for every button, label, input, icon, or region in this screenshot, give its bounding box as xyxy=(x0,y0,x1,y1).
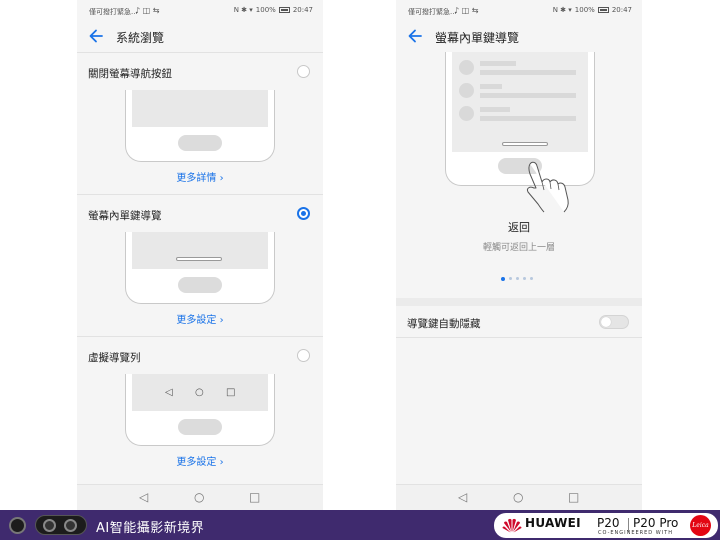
nav-line xyxy=(502,142,548,146)
back-arrow-icon[interactable] xyxy=(406,27,424,45)
page-dot xyxy=(530,277,533,280)
page-dot xyxy=(501,276,505,281)
page-title: 系統瀏覽 xyxy=(116,31,165,45)
app-bar: 螢幕內單鍵導覽 xyxy=(396,24,642,52)
divider xyxy=(77,194,323,195)
divider xyxy=(396,337,642,338)
battery-icon xyxy=(278,7,290,13)
preview-disable-nav-buttons xyxy=(125,90,275,162)
home-pill xyxy=(178,135,222,151)
nav-recents-icon[interactable]: □ xyxy=(249,490,260,504)
battery-icon xyxy=(597,7,609,13)
page-dot xyxy=(516,277,519,280)
dual-camera-icon xyxy=(35,515,87,535)
clock: 20:47 xyxy=(611,6,632,14)
clock: 20:47 xyxy=(292,6,313,14)
carrier-text: 僅可撥打緊急... xyxy=(408,8,457,16)
auto-hide-label: 導覽鍵自動隱藏 xyxy=(407,318,481,330)
slogan: AI智能攝影新境界 xyxy=(96,521,205,536)
co-engineered-text: CO-ENGINEERED WITH xyxy=(598,530,673,536)
battery-percent: 100% xyxy=(574,6,595,14)
carrier-text: 僅可撥打緊急... xyxy=(89,8,138,16)
page-dot xyxy=(509,277,512,280)
page-dot xyxy=(523,277,526,280)
model-p20-pro: P20 Pro xyxy=(633,516,679,530)
preview-virtual-nav-bar: ◁ ○ □ xyxy=(125,374,275,446)
radio-single-key-nav[interactable] xyxy=(297,207,310,220)
more-details-link[interactable]: 更多詳情 › xyxy=(77,169,323,184)
page-title: 螢幕內單鍵導覽 xyxy=(435,31,520,45)
system-nav-bar: ◁ ○ □ xyxy=(396,484,642,510)
status-bar: 僅可撥打緊急... ♪ ◫ ⇆ N ✱ ▾ 100% 20:47 xyxy=(396,0,642,22)
more-settings-link-single-key[interactable]: 更多設定 › xyxy=(77,311,323,326)
model-p20: P20 xyxy=(597,516,620,530)
battery-percent: 100% xyxy=(255,6,276,14)
system-nav-bar: ◁ ○ □ xyxy=(77,484,323,510)
gesture-subtitle: 輕觸可返回上一層 xyxy=(482,243,555,253)
home-pill xyxy=(178,419,222,435)
tapping-hand-icon xyxy=(527,161,569,213)
nav-line xyxy=(176,257,222,261)
huawei-logo-icon xyxy=(502,518,522,533)
nav-back-icon[interactable]: ◁ xyxy=(139,490,148,504)
page-indicator xyxy=(501,276,533,281)
signal-icons: N ✱ ▾ xyxy=(233,6,253,14)
signal-icons: N ✱ ▾ xyxy=(552,6,572,14)
nav-home-icon[interactable]: ○ xyxy=(513,490,523,504)
option-label-disable-nav-buttons[interactable]: 關閉螢幕導航按鈕 xyxy=(88,66,172,81)
home-pill xyxy=(178,277,222,293)
status-icons: ♪ ◫ ⇆ xyxy=(454,6,479,15)
status-icons: ♪ ◫ ⇆ xyxy=(135,6,160,15)
section-separator xyxy=(396,298,642,306)
mini-home-icon: ○ xyxy=(195,387,204,398)
brand-badge: HUAWEI P20 P20 Pro CO-ENGINEERED WITH Le… xyxy=(494,513,718,538)
mini-recents-icon: □ xyxy=(226,387,236,398)
camera-lens-icon xyxy=(9,517,26,534)
nav-home-icon[interactable]: ○ xyxy=(194,490,204,504)
slide: 僅可撥打緊急... ♪ ◫ ⇆ N ✱ ▾ 100% 20:47 系統瀏覽 關閉… xyxy=(0,0,720,540)
option-label-virtual-nav-bar[interactable]: 虛擬導覽列 xyxy=(88,350,141,365)
auto-hide-toggle[interactable] xyxy=(599,315,629,329)
leica-logo: Leica xyxy=(690,515,711,536)
brand-name: HUAWEI xyxy=(525,516,581,530)
more-settings-link-virtual-bar[interactable]: 更多設定 › xyxy=(77,453,323,468)
nav-back-icon[interactable]: ◁ xyxy=(458,490,467,504)
option-label-single-key-nav[interactable]: 螢幕內單鍵導覽 xyxy=(88,208,162,223)
back-arrow-icon[interactable] xyxy=(87,27,105,45)
phone-screen-single-key-nav: 僅可撥打緊急... ♪ ◫ ⇆ N ✱ ▾ 100% 20:47 螢幕內單鍵導覽 xyxy=(396,0,642,510)
radio-disable-nav-buttons[interactable] xyxy=(297,65,310,78)
status-bar: 僅可撥打緊急... ♪ ◫ ⇆ N ✱ ▾ 100% 20:47 xyxy=(77,0,323,22)
phone-screen-system-navigation: 僅可撥打緊急... ♪ ◫ ⇆ N ✱ ▾ 100% 20:47 系統瀏覽 關閉… xyxy=(77,0,323,510)
divider xyxy=(77,336,323,337)
mini-back-icon: ◁ xyxy=(165,387,173,398)
footer-banner: AI智能攝影新境界 HUAWEI P20 P20 Pro CO-ENGINEER… xyxy=(0,510,720,540)
preview-single-key-nav xyxy=(125,232,275,304)
divider xyxy=(77,52,323,53)
radio-virtual-nav-bar[interactable] xyxy=(297,349,310,362)
app-bar: 系統瀏覽 xyxy=(77,24,323,52)
nav-recents-icon[interactable]: □ xyxy=(568,490,579,504)
gesture-title: 返回 xyxy=(508,221,530,234)
